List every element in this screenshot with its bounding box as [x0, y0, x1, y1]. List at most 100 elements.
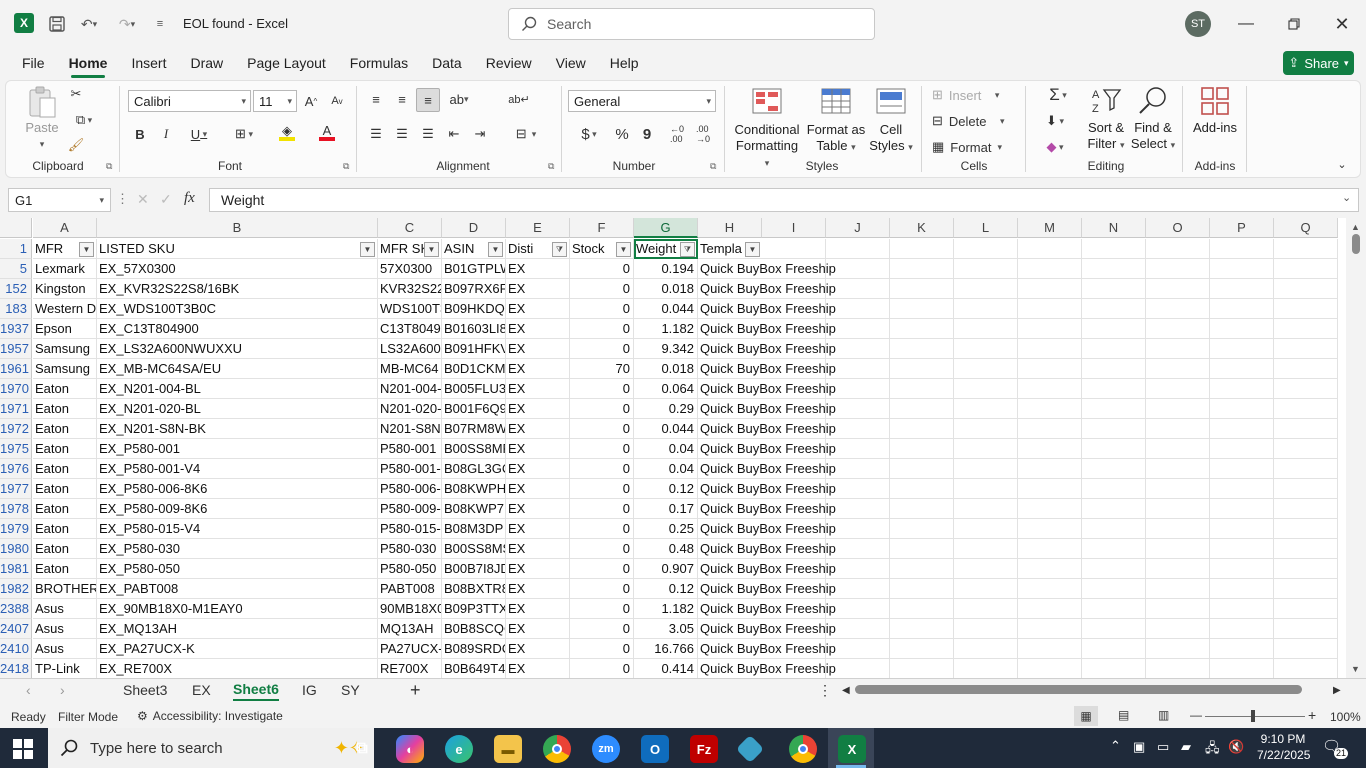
decrease-decimal-icon[interactable]: .00 →0: [692, 124, 714, 144]
table-cell[interactable]: [1082, 299, 1146, 319]
table-cell[interactable]: EX_P580-001: [97, 439, 378, 459]
clear-icon[interactable]: ◆ ▾: [1038, 137, 1072, 157]
table-cell[interactable]: B0B8SCQC: [442, 619, 506, 639]
table-cell[interactable]: EX: [506, 379, 570, 399]
add-sheet-icon[interactable]: +: [410, 679, 421, 701]
file-explorer-icon[interactable]: ▬: [494, 735, 522, 763]
spreadsheet-grid[interactable]: ABCDEFGHIJKLMNOPQ 1 MFR ▼ LISTED SKU ▼ MFR SK…: [0, 218, 1366, 678]
cut-icon[interactable]: ✂: [66, 84, 86, 104]
table-cell[interactable]: [1274, 299, 1338, 319]
table-cell[interactable]: EX_P580-050: [97, 559, 378, 579]
table-cell[interactable]: [1146, 439, 1210, 459]
tab-insert[interactable]: Insert: [119, 48, 178, 80]
filter-active-icon[interactable]: ⧩: [680, 242, 695, 257]
header-cell[interactable]: [1082, 239, 1146, 259]
table-cell[interactable]: [1018, 539, 1082, 559]
table-cell[interactable]: [954, 359, 1018, 379]
column-header[interactable]: I: [762, 218, 826, 238]
align-top-icon[interactable]: ≡: [366, 88, 386, 110]
header-cell[interactable]: Disti ⧩: [506, 239, 570, 259]
table-cell[interactable]: 0: [570, 379, 634, 399]
table-cell[interactable]: EX_WDS100T3B0C: [97, 299, 378, 319]
table-cell[interactable]: EX_PABT008: [97, 579, 378, 599]
table-cell[interactable]: 0: [570, 619, 634, 639]
table-cell[interactable]: EX: [506, 479, 570, 499]
table-cell[interactable]: Quick BuyBox Freeship: [698, 459, 836, 479]
row-header[interactable]: 1981: [0, 559, 32, 579]
table-cell[interactable]: [1082, 539, 1146, 559]
filter-dropdown-icon[interactable]: ▼: [616, 242, 631, 257]
row-header[interactable]: 1957: [0, 339, 32, 359]
autosum-icon[interactable]: Σ ▾: [1038, 85, 1078, 105]
borders-icon[interactable]: ⊞ ▾: [226, 124, 262, 144]
enter-formula-icon[interactable]: ✓: [160, 191, 172, 208]
format-as-table-button[interactable]: Format as Table ▾: [806, 88, 866, 155]
column-header[interactable]: P: [1210, 218, 1274, 238]
table-cell[interactable]: [1274, 279, 1338, 299]
outlook-icon[interactable]: O: [641, 735, 669, 763]
table-cell[interactable]: [1146, 319, 1210, 339]
table-cell[interactable]: Eaton: [33, 379, 97, 399]
table-cell[interactable]: [954, 599, 1018, 619]
page-break-view-icon[interactable]: ▥: [1158, 708, 1169, 722]
table-cell[interactable]: PA27UCX-: [378, 639, 442, 659]
table-cell[interactable]: EX_P580-009-8K6: [97, 499, 378, 519]
header-cell[interactable]: [762, 239, 826, 259]
table-cell[interactable]: B09P3TTX: [442, 599, 506, 619]
format-cells-button[interactable]: ▦ Format ▾: [932, 137, 1012, 157]
table-cell[interactable]: [954, 659, 1018, 678]
table-cell[interactable]: Eaton: [33, 559, 97, 579]
header-cell[interactable]: MFR ▼: [33, 239, 97, 259]
table-cell[interactable]: EX: [506, 319, 570, 339]
tab-draw[interactable]: Draw: [178, 48, 235, 80]
table-cell[interactable]: EX_MB-MC64SA/EU: [97, 359, 378, 379]
increase-indent-icon[interactable]: ⇥: [470, 124, 490, 144]
column-header[interactable]: A: [33, 218, 97, 238]
table-cell[interactable]: [1018, 459, 1082, 479]
table-cell[interactable]: [1210, 419, 1274, 439]
zoom-app-icon[interactable]: zm: [592, 735, 620, 763]
column-header[interactable]: M: [1018, 218, 1082, 238]
table-cell[interactable]: 70: [570, 359, 634, 379]
table-cell[interactable]: [1146, 459, 1210, 479]
increase-decimal-icon[interactable]: ←0.00: [666, 124, 688, 144]
table-cell[interactable]: EX_C13T804900: [97, 319, 378, 339]
volume-icon[interactable]: 🔇: [1228, 739, 1244, 755]
table-cell[interactable]: 0.04: [634, 439, 698, 459]
row-header[interactable]: 2388: [0, 599, 32, 619]
row-header[interactable]: 1980: [0, 539, 32, 559]
table-cell[interactable]: [1274, 339, 1338, 359]
table-cell[interactable]: [1274, 399, 1338, 419]
table-cell[interactable]: EX_90MB18X0-M1EAY0: [97, 599, 378, 619]
tab-file[interactable]: File: [10, 48, 57, 80]
table-cell[interactable]: B08KWP7: [442, 499, 506, 519]
table-cell[interactable]: 0: [570, 599, 634, 619]
table-cell[interactable]: Eaton: [33, 459, 97, 479]
table-cell[interactable]: [1082, 579, 1146, 599]
table-cell[interactable]: B0D1CKM: [442, 359, 506, 379]
table-cell[interactable]: 0: [570, 559, 634, 579]
table-cell[interactable]: 1.182: [634, 599, 698, 619]
meet-now-icon[interactable]: ▣: [1133, 739, 1145, 755]
table-cell[interactable]: P580-001: [378, 439, 442, 459]
table-cell[interactable]: [1082, 319, 1146, 339]
table-cell[interactable]: 1.182: [634, 319, 698, 339]
font-name-combo[interactable]: Calibri ▾: [128, 90, 251, 112]
table-cell[interactable]: Quick BuyBox Freeship: [698, 539, 836, 559]
table-cell[interactable]: BROTHER: [33, 579, 97, 599]
table-cell[interactable]: [1018, 519, 1082, 539]
table-cell[interactable]: Quick BuyBox Freeship: [698, 439, 836, 459]
row-header[interactable]: 1977: [0, 479, 32, 499]
table-cell[interactable]: [954, 639, 1018, 659]
table-cell[interactable]: Eaton: [33, 499, 97, 519]
fill-icon[interactable]: ⬇ ▾: [1038, 111, 1072, 131]
table-cell[interactable]: Quick BuyBox Freeship: [698, 619, 836, 639]
header-cell[interactable]: [1018, 239, 1082, 259]
table-cell[interactable]: EX: [506, 659, 570, 678]
table-cell[interactable]: B08GL3GC: [442, 459, 506, 479]
table-cell[interactable]: [1018, 259, 1082, 279]
table-cell[interactable]: [954, 299, 1018, 319]
row-header[interactable]: 1982: [0, 579, 32, 599]
table-cell[interactable]: [1018, 439, 1082, 459]
table-cell[interactable]: EX_N201-S8N-BK: [97, 419, 378, 439]
